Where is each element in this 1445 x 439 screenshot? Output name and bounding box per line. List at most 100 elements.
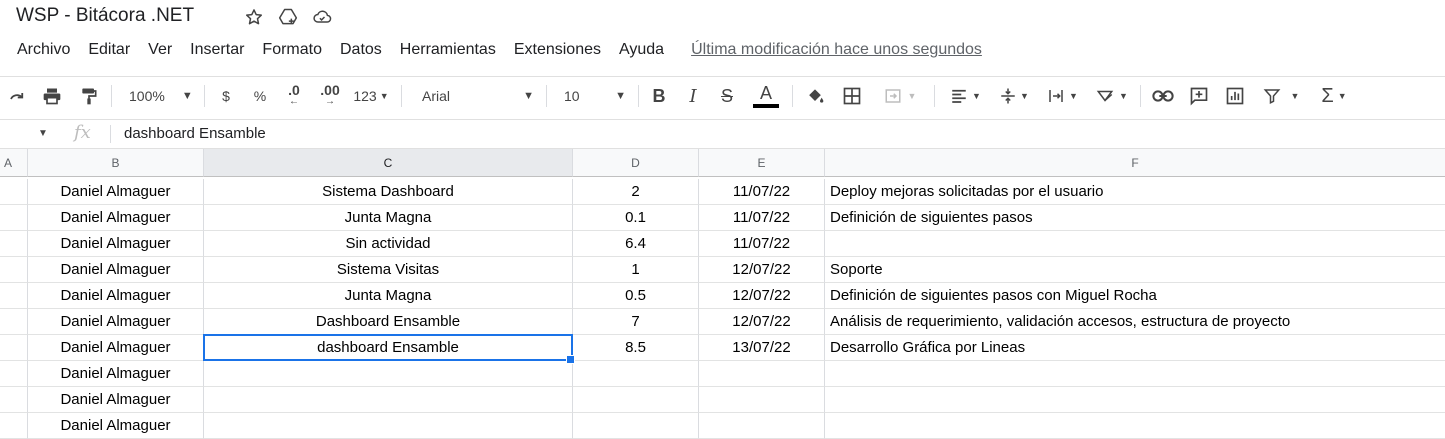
cell-d[interactable]: 2 bbox=[573, 179, 699, 205]
column-header-a[interactable]: A bbox=[0, 149, 28, 177]
redo-icon[interactable] bbox=[4, 82, 30, 110]
cell-c-active[interactable]: dashboard Ensamble bbox=[204, 335, 573, 361]
column-header-e[interactable]: E bbox=[699, 149, 825, 177]
cell-b[interactable]: Daniel Almaguer bbox=[28, 179, 204, 205]
text-rotation-button[interactable]: ▼ bbox=[1090, 82, 1132, 110]
cell-f[interactable]: Desarrollo Gráfica por Lineas bbox=[825, 335, 1445, 361]
strikethrough-icon[interactable]: S bbox=[716, 82, 738, 110]
insert-chart-icon[interactable] bbox=[1222, 82, 1248, 110]
font-size-select[interactable]: 10 ▼ bbox=[556, 82, 630, 110]
cell-d[interactable] bbox=[573, 387, 699, 413]
move-to-drive-icon[interactable] bbox=[277, 6, 299, 28]
more-formats-button[interactable]: 123 ▼ bbox=[350, 82, 392, 110]
horizontal-align-button[interactable]: ▼ bbox=[944, 82, 986, 110]
cell-a[interactable] bbox=[0, 335, 28, 361]
cell-a[interactable] bbox=[0, 257, 28, 283]
cell-d[interactable]: 7 bbox=[573, 309, 699, 335]
cell-f[interactable] bbox=[825, 413, 1445, 439]
paint-format-icon[interactable] bbox=[76, 82, 102, 110]
menu-formato[interactable]: Formato bbox=[261, 41, 323, 59]
menu-archivo[interactable]: Archivo bbox=[16, 41, 71, 59]
cell-a[interactable] bbox=[0, 179, 28, 205]
cell-e[interactable]: 11/07/22 bbox=[699, 179, 825, 205]
cell-f[interactable]: Definición de siguientes pasos bbox=[825, 205, 1445, 231]
italic-icon[interactable]: I bbox=[682, 82, 704, 110]
decrease-decimals-button[interactable]: .0 ← bbox=[282, 82, 306, 110]
cell-a[interactable] bbox=[0, 205, 28, 231]
document-title[interactable]: WSP - Bitácora .NET bbox=[16, 5, 194, 27]
cell-a[interactable] bbox=[0, 413, 28, 439]
cell-c[interactable] bbox=[204, 361, 573, 387]
cell-f[interactable]: Deploy mejoras solicitadas por el usuari… bbox=[825, 179, 1445, 205]
cell-a[interactable] bbox=[0, 231, 28, 257]
name-box-dropdown-icon[interactable]: ▼ bbox=[38, 128, 48, 139]
insert-comment-icon[interactable] bbox=[1186, 82, 1212, 110]
cell-a[interactable] bbox=[0, 283, 28, 309]
column-header-c[interactable]: C bbox=[204, 149, 573, 177]
column-header-d[interactable]: D bbox=[573, 149, 699, 177]
menu-ver[interactable]: Ver bbox=[147, 41, 173, 59]
cell-b[interactable]: Daniel Almaguer bbox=[28, 387, 204, 413]
menu-datos[interactable]: Datos bbox=[339, 41, 383, 59]
currency-button[interactable]: $ bbox=[216, 82, 236, 110]
cell-e[interactable] bbox=[699, 413, 825, 439]
cell-a[interactable] bbox=[0, 361, 28, 387]
bold-icon[interactable]: B bbox=[648, 82, 670, 110]
text-wrap-button[interactable]: ▼ bbox=[1042, 82, 1082, 110]
column-header-f[interactable]: F bbox=[825, 149, 1445, 177]
fill-color-icon[interactable] bbox=[802, 82, 828, 110]
print-icon[interactable] bbox=[38, 82, 66, 110]
cell-f[interactable] bbox=[825, 361, 1445, 387]
cell-c[interactable]: Sistema Visitas bbox=[204, 257, 573, 283]
cloud-saved-icon[interactable] bbox=[311, 6, 333, 28]
cell-f[interactable] bbox=[825, 387, 1445, 413]
cell-c[interactable]: Sin actividad bbox=[204, 231, 573, 257]
cell-d[interactable] bbox=[573, 413, 699, 439]
menu-ayuda[interactable]: Ayuda bbox=[618, 41, 665, 59]
filter-button[interactable]: ▼ bbox=[1258, 82, 1304, 110]
cell-e[interactable]: 12/07/22 bbox=[699, 309, 825, 335]
cell-d[interactable]: 0.5 bbox=[573, 283, 699, 309]
cell-f[interactable]: Análisis de requerimiento, validación ac… bbox=[825, 309, 1445, 335]
borders-icon[interactable] bbox=[840, 82, 864, 110]
cell-a[interactable] bbox=[0, 309, 28, 335]
cell-d[interactable]: 8.5 bbox=[573, 335, 699, 361]
cell-d[interactable] bbox=[573, 361, 699, 387]
cell-e[interactable]: 11/07/22 bbox=[699, 205, 825, 231]
cell-d[interactable]: 0.1 bbox=[573, 205, 699, 231]
menu-herramientas[interactable]: Herramientas bbox=[399, 41, 497, 59]
menu-editar[interactable]: Editar bbox=[87, 41, 131, 59]
vertical-align-button[interactable]: ▼ bbox=[994, 82, 1034, 110]
cell-b[interactable]: Daniel Almaguer bbox=[28, 413, 204, 439]
cell-f[interactable]: Definición de siguientes pasos con Migue… bbox=[825, 283, 1445, 309]
menu-insertar[interactable]: Insertar bbox=[189, 41, 245, 59]
column-header-b[interactable]: B bbox=[28, 149, 204, 177]
cell-e[interactable]: 11/07/22 bbox=[699, 231, 825, 257]
cell-e[interactable] bbox=[699, 361, 825, 387]
cell-b[interactable]: Daniel Almaguer bbox=[28, 309, 204, 335]
cell-d[interactable]: 1 bbox=[573, 257, 699, 283]
cell-c[interactable]: Junta Magna bbox=[204, 283, 573, 309]
cell-b[interactable]: Daniel Almaguer bbox=[28, 283, 204, 309]
merge-cells-button[interactable]: ▼ bbox=[876, 82, 922, 110]
cell-b[interactable]: Daniel Almaguer bbox=[28, 335, 204, 361]
zoom-select[interactable]: 100% ▼ bbox=[124, 82, 196, 110]
cell-f[interactable]: Soporte bbox=[825, 257, 1445, 283]
cell-b[interactable]: Daniel Almaguer bbox=[28, 257, 204, 283]
percent-button[interactable]: % bbox=[250, 82, 270, 110]
cell-c[interactable]: Sistema Dashboard bbox=[204, 179, 573, 205]
insert-link-icon[interactable] bbox=[1150, 82, 1176, 110]
last-edit-link[interactable]: Última modificación hace unos segundos bbox=[691, 41, 982, 59]
cell-c[interactable] bbox=[204, 413, 573, 439]
cell-b[interactable]: Daniel Almaguer bbox=[28, 205, 204, 231]
cell-a[interactable] bbox=[0, 387, 28, 413]
cell-b[interactable]: Daniel Almaguer bbox=[28, 231, 204, 257]
cell-c[interactable]: Junta Magna bbox=[204, 205, 573, 231]
cell-c[interactable]: Dashboard Ensamble bbox=[204, 309, 573, 335]
cell-e[interactable] bbox=[699, 387, 825, 413]
functions-button[interactable]: Σ ▼ bbox=[1314, 82, 1354, 110]
cell-b[interactable]: Daniel Almaguer bbox=[28, 361, 204, 387]
cell-e[interactable]: 12/07/22 bbox=[699, 257, 825, 283]
menu-extensiones[interactable]: Extensiones bbox=[513, 41, 602, 59]
cell-e[interactable]: 13/07/22 bbox=[699, 335, 825, 361]
